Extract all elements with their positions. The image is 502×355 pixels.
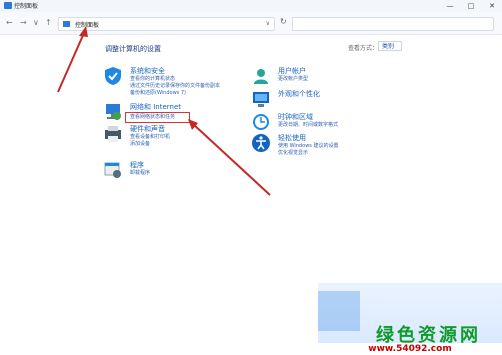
arrow-to-address-bar bbox=[57, 26, 88, 93]
watermark-text: 绿色资源网 bbox=[376, 325, 481, 346]
watermark-url: www.54092.com bbox=[318, 343, 502, 355]
arrow-to-network-link bbox=[188, 119, 271, 196]
